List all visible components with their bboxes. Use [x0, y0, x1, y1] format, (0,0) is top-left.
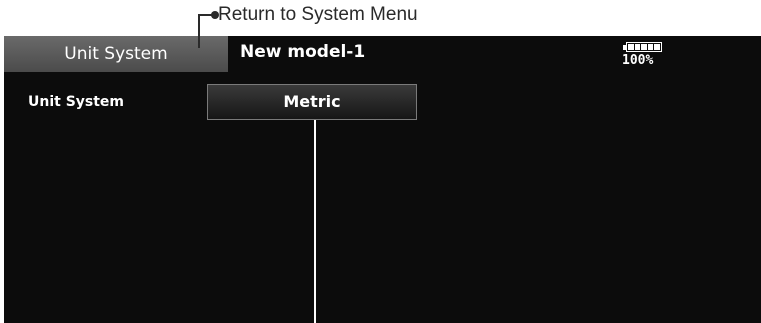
callout-leader-vertical — [198, 14, 200, 48]
model-name: New model-1 — [240, 42, 366, 62]
battery-cell — [647, 44, 654, 50]
callout-pointer-line — [314, 120, 316, 323]
return-to-system-menu-callout: Return to System Menu — [218, 4, 418, 25]
unit-system-value-button[interactable]: Metric — [207, 84, 417, 120]
battery-cell — [634, 44, 641, 50]
unit-system-label: Unit System — [28, 94, 125, 110]
callout-annotation: Return to System Menu — [0, 0, 761, 36]
battery-cell — [654, 44, 660, 50]
battery-icon — [626, 42, 662, 52]
battery-cell — [628, 44, 634, 50]
battery-cell — [641, 44, 647, 50]
battery-indicator: 100% — [622, 42, 672, 70]
transmitter-screen: Unit System New model-1 100% Unit System… — [4, 36, 761, 323]
battery-percent: 100% — [622, 53, 654, 68]
return-to-system-menu-button[interactable]: Unit System — [4, 36, 228, 72]
